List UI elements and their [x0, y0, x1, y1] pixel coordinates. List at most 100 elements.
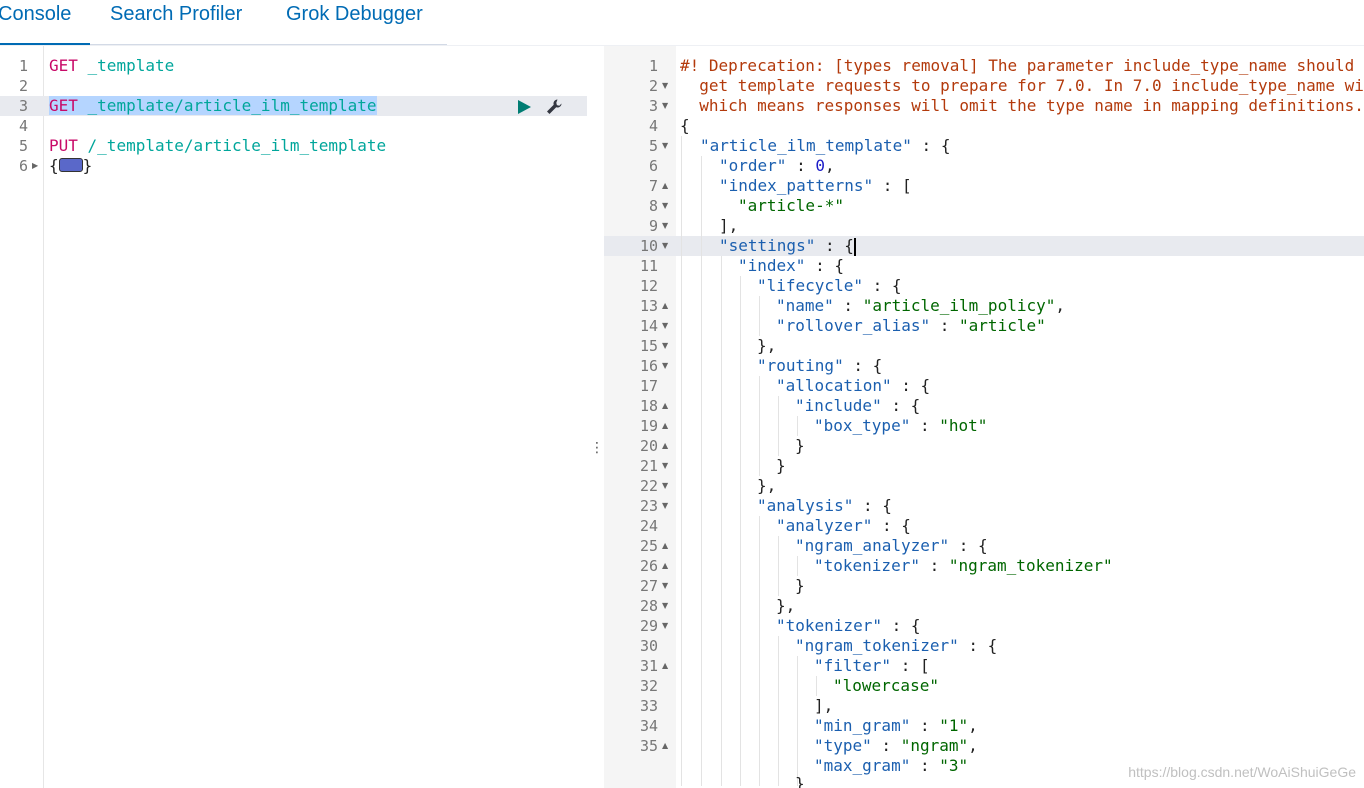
- json-line: "analyzer" : {: [776, 516, 911, 535]
- wrench-icon[interactable]: [545, 98, 563, 116]
- line-number: 3: [648, 97, 658, 115]
- fold-end-icon[interactable]: ▲: [662, 656, 668, 676]
- line-number: 11: [639, 257, 658, 275]
- line-number: 20: [639, 437, 658, 455]
- response-editor[interactable]: 1 2 ▼ 3 ▼ 4 5 ▼ 6 7 ▲ 8 ▼ 9 ▼ 10 ▼ 11 12 13 ▲ 14 ▼ 15 ▼ 16 ▼ 17 18 ▲ 1…: [604, 46, 1364, 788]
- json-line: ],: [719, 216, 739, 235]
- line-number: 12: [639, 277, 658, 295]
- json-line: "ngram_tokenizer" : {: [795, 636, 998, 655]
- tab-search-profiler[interactable]: Search Profiler: [110, 0, 242, 45]
- tab-console[interactable]: Console: [0, 0, 90, 45]
- json-line: "index_patterns" : [: [719, 176, 912, 195]
- fold-collapse-icon[interactable]: ▼: [662, 136, 668, 156]
- json-line: "max_gram" : "3": [814, 756, 969, 775]
- fold-collapse-icon[interactable]: ▼: [662, 216, 668, 236]
- line-number: 33: [639, 697, 658, 715]
- fold-collapse-icon[interactable]: ▼: [662, 456, 668, 476]
- line-number: 27: [639, 577, 658, 595]
- line-number: 16: [639, 357, 658, 375]
- fold-collapse-icon[interactable]: ▼: [662, 96, 668, 116]
- line-number: 10: [639, 237, 658, 255]
- line-number: 2: [18, 77, 28, 95]
- request-line-active[interactable]: GET _template/article_ilm_template: [49, 96, 377, 116]
- json-line: "ngram_analyzer" : {: [795, 536, 988, 555]
- fold-end-icon[interactable]: ▲: [662, 436, 668, 456]
- line-number: 8: [648, 197, 658, 215]
- indent-guide: [778, 396, 779, 456]
- fold-end-icon[interactable]: ▲: [662, 176, 668, 196]
- indent-guide: [759, 516, 760, 786]
- indent-guide: [759, 376, 760, 476]
- json-line: },: [776, 596, 796, 615]
- json-line: "index" : {: [738, 256, 844, 275]
- play-icon[interactable]: [516, 99, 532, 115]
- json-line: "analysis" : {: [757, 496, 892, 515]
- indent-guide: [759, 296, 760, 336]
- indent-guide: [740, 276, 741, 786]
- line-number: 24: [639, 517, 658, 535]
- request-editor[interactable]: 1 2 3 4 5 6 ▶ GET _template GET _templat…: [0, 46, 588, 788]
- fold-collapse-icon[interactable]: ▼: [662, 576, 668, 596]
- line-number: 18: [639, 397, 658, 415]
- line-number: 4: [18, 117, 28, 135]
- json-line: "article_ilm_template" : {: [700, 136, 951, 155]
- fold-collapse-icon[interactable]: ▼: [662, 496, 668, 516]
- line-number: 2: [648, 77, 658, 95]
- json-line: {: [680, 116, 690, 135]
- json-line: "tokenizer" : {: [776, 616, 921, 635]
- json-line: "name" : "article_ilm_policy",: [776, 296, 1065, 315]
- line-number: 5: [18, 137, 28, 155]
- line-number: 23: [639, 497, 658, 515]
- fold-collapse-icon[interactable]: ▼: [662, 476, 668, 496]
- fold-end-icon[interactable]: ▲: [662, 736, 668, 756]
- request-path: _template: [77, 56, 175, 75]
- fold-collapse-icon[interactable]: ▼: [662, 196, 668, 216]
- json-line: "type" : "ngram",: [814, 736, 978, 755]
- request-line[interactable]: GET _template: [49, 56, 174, 76]
- fold-end-icon[interactable]: ▲: [662, 416, 668, 436]
- json-line: }: [795, 774, 805, 788]
- json-line: "lowercase": [833, 676, 939, 695]
- fold-end-icon[interactable]: ▲: [662, 296, 668, 316]
- fold-collapse-icon[interactable]: ▼: [662, 336, 668, 356]
- json-line: "article-*": [738, 196, 844, 215]
- indent-guide: [797, 556, 798, 576]
- fold-collapse-icon[interactable]: ▼: [662, 596, 668, 616]
- json-line: },: [757, 336, 777, 355]
- indent-guide: [797, 656, 798, 786]
- json-line: "order" : 0,: [719, 156, 835, 175]
- indent-guide: [681, 136, 682, 786]
- fold-collapse-icon[interactable]: ▼: [662, 76, 668, 96]
- line-number: 34: [639, 717, 658, 735]
- line-number: 5: [648, 137, 658, 155]
- line-number: 6: [648, 157, 658, 175]
- deprecation-warning: get template requests to prepare for 7.0…: [680, 76, 1364, 95]
- json-line: }: [795, 576, 805, 595]
- http-method: PUT: [49, 136, 78, 155]
- fold-end-icon[interactable]: ▲: [662, 396, 668, 416]
- folded-body-icon[interactable]: [58, 157, 83, 172]
- json-line: "include" : {: [795, 396, 921, 415]
- request-path: _template/article_ilm_template: [77, 96, 377, 115]
- json-line: "box_type" : "hot": [814, 416, 988, 435]
- json-line: "lifecycle" : {: [757, 276, 902, 295]
- vertical-ellipsis-icon: ⋮: [590, 440, 604, 456]
- json-line: "rollover_alias" : "article": [776, 316, 1046, 335]
- fold-expand-icon[interactable]: ▶: [32, 156, 38, 176]
- request-path: /_template/article_ilm_template: [77, 136, 387, 155]
- line-number: 7: [648, 177, 658, 195]
- fold-end-icon[interactable]: ▲: [662, 536, 668, 556]
- request-body-folded[interactable]: {}: [49, 156, 92, 176]
- fold-collapse-icon[interactable]: ▼: [662, 616, 668, 636]
- fold-end-icon[interactable]: ▲: [662, 556, 668, 576]
- fold-collapse-icon[interactable]: ▼: [662, 316, 668, 336]
- tab-grok-debugger[interactable]: Grok Debugger: [286, 0, 423, 45]
- fold-collapse-icon[interactable]: ▼: [662, 356, 668, 376]
- line-number: 9: [648, 217, 658, 235]
- json-line: }: [776, 456, 786, 475]
- fold-collapse-icon[interactable]: ▼: [662, 236, 668, 256]
- json-line: "min_gram" : "1",: [814, 716, 978, 735]
- pane-resizer[interactable]: ⋮: [590, 436, 604, 460]
- request-line[interactable]: PUT /_template/article_ilm_template: [49, 136, 386, 156]
- line-number: 14: [639, 317, 658, 335]
